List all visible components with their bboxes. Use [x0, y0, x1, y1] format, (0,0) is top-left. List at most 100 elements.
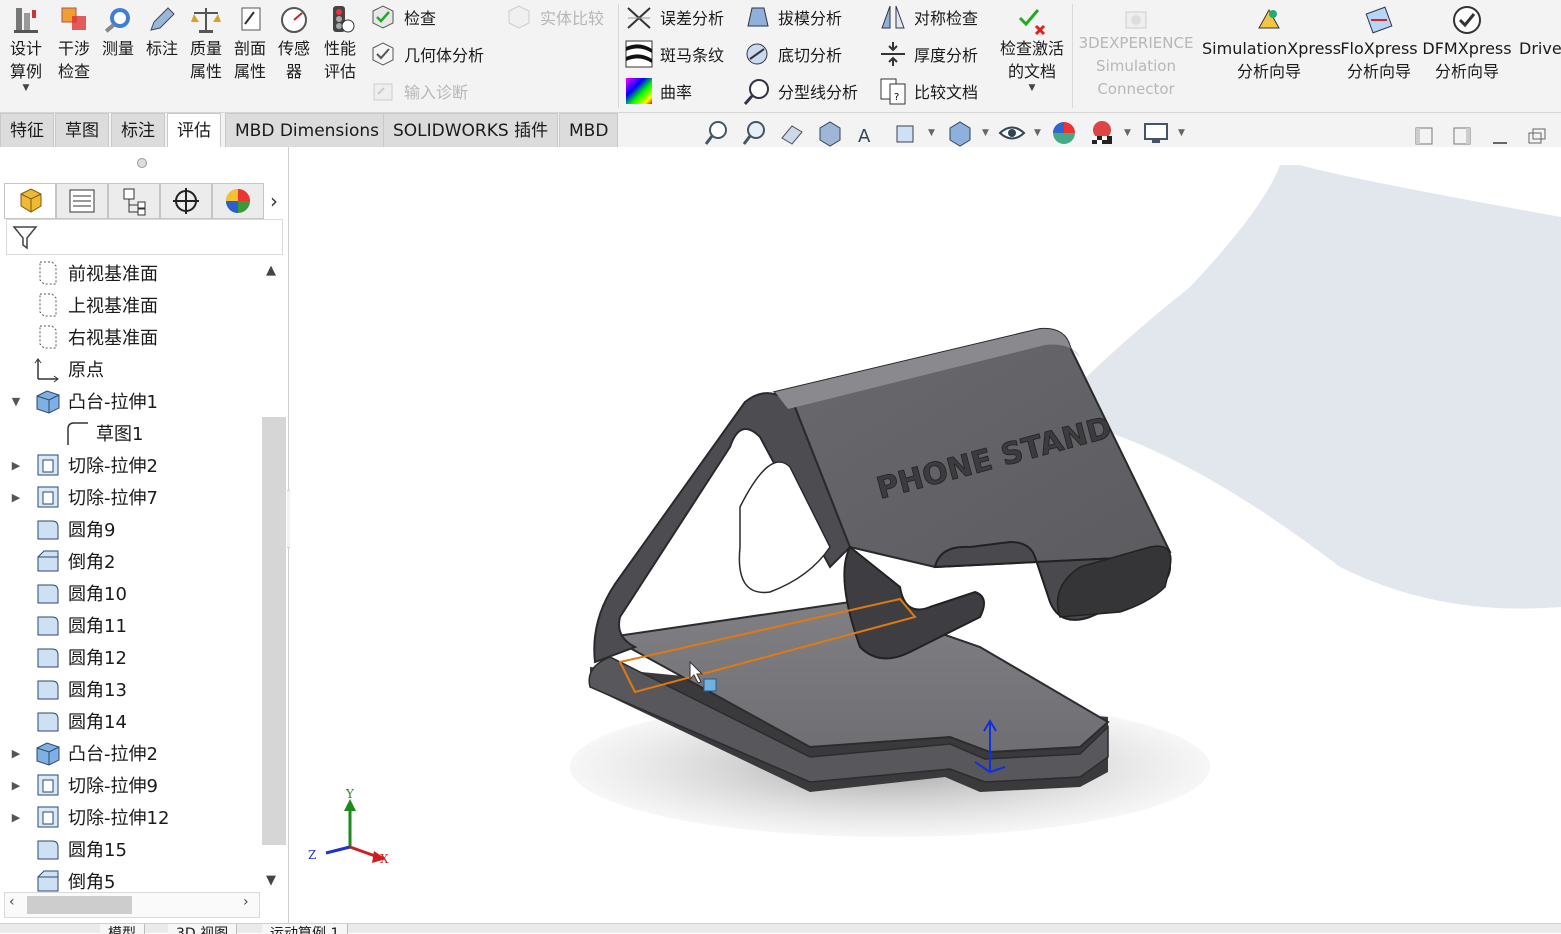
selection-handle[interactable]	[703, 678, 717, 692]
tree-item[interactable]: ▶ 切除-拉伸2	[0, 449, 260, 481]
tab-configurationmanager[interactable]	[108, 183, 160, 219]
check-active-document-button[interactable]: 检查激活 的文档 ▼	[994, 0, 1070, 110]
tab-markup[interactable]: 标注	[111, 113, 165, 147]
draft-analysis-button[interactable]: 拔模分析	[742, 0, 842, 34]
chevron-down-icon[interactable]: ▼	[8, 395, 24, 408]
chevron-right-icon[interactable]: ▶	[8, 747, 24, 760]
chevron-right-icon[interactable]: ▶	[8, 491, 24, 504]
chevron-down-icon[interactable]: ▼	[1178, 128, 1185, 138]
panel-grip-handle[interactable]	[137, 158, 147, 168]
markup-button[interactable]: 标注	[142, 0, 182, 110]
tree-item[interactable]: 圆角9	[0, 513, 260, 545]
chevron-right-icon[interactable]: ▶	[8, 779, 24, 792]
tree-vertical-scrollbar[interactable]	[262, 417, 286, 845]
hide-show-items-icon[interactable]	[998, 118, 1026, 148]
chevron-left-icon[interactable]: ‹	[9, 894, 15, 910]
chevron-down-icon[interactable]: ▼	[982, 128, 989, 138]
tree-item[interactable]: 圆角11	[0, 609, 260, 641]
minimize-icon[interactable]	[1490, 126, 1510, 146]
tree-item[interactable]: ▶ 切除-拉伸7	[0, 481, 260, 513]
chevron-right-icon[interactable]: ▶	[8, 459, 24, 472]
configurationmanager-icon	[123, 188, 146, 216]
section-properties-button[interactable]: 剖面 属性	[230, 0, 270, 110]
chevron-down-icon[interactable]: ▼	[266, 873, 276, 888]
chevron-down-icon[interactable]: ▼	[928, 128, 935, 138]
apply-scene-icon[interactable]	[1088, 118, 1116, 148]
deviation-analysis-button[interactable]: 误差分析	[624, 0, 724, 34]
simulationxpress-button[interactable]: SimulationXpress 分析向导	[1202, 0, 1341, 110]
previous-view-icon[interactable]	[778, 118, 806, 148]
zoom-to-fit-icon[interactable]	[702, 118, 730, 148]
compare-bodies-button[interactable]: 实体比较	[504, 0, 604, 34]
chevron-up-icon[interactable]: ▲	[266, 263, 276, 278]
tree-item[interactable]: 草图1	[0, 417, 260, 449]
tree-item[interactable]: 前视基准面	[0, 257, 260, 289]
chevron-right-icon[interactable]: ›	[264, 183, 284, 219]
thickness-analysis-button[interactable]: 厚度分析	[878, 37, 978, 71]
tab-displaymanager[interactable]	[212, 183, 264, 219]
tree-item[interactable]: ▶ 切除-拉伸9	[0, 769, 260, 801]
tab-sketch[interactable]: 草图	[55, 113, 109, 147]
view-settings-icon[interactable]	[1142, 118, 1170, 148]
edit-appearance-icon[interactable]	[1050, 118, 1078, 148]
undercut-analysis-button[interactable]: 底切分析	[742, 37, 842, 71]
compare-documents-button[interactable]: ? 比较文档	[878, 74, 978, 108]
dfmxpress-button[interactable]: DFMXpress 分析向导	[1422, 0, 1512, 110]
tab-mbd-dimensions[interactable]: MBD Dimensions	[225, 113, 390, 147]
chevron-right-icon[interactable]: ▶	[8, 811, 24, 824]
tree-item[interactable]: ▶ 切除-拉伸12	[0, 801, 260, 833]
geometry-analysis-button[interactable]: 几何体分析	[368, 37, 484, 71]
section-view-icon[interactable]	[816, 118, 844, 148]
task-pane-left-icon[interactable]	[1414, 126, 1434, 146]
tree-item[interactable]: 上视基准面	[0, 289, 260, 321]
chevron-down-icon[interactable]: ▼	[1034, 128, 1041, 138]
tree-item[interactable]: ▼ 凸台-拉伸1	[0, 385, 260, 417]
tree-item[interactable]: 圆角12	[0, 641, 260, 673]
tab-solidworks-addins[interactable]: SOLIDWORKS 插件	[383, 113, 559, 147]
interference-check-button[interactable]: 干涉 检查	[52, 0, 96, 110]
tree-item[interactable]: 圆角14	[0, 705, 260, 737]
import-diagnostics-button[interactable]: 输入诊断	[368, 74, 468, 108]
tab-propertymanager[interactable]	[56, 183, 108, 219]
chevron-right-icon[interactable]: ›	[243, 894, 249, 910]
parting-line-analysis-button[interactable]: 分型线分析	[742, 74, 858, 108]
mass-properties-button[interactable]: 质量 属性	[186, 0, 226, 110]
tree-horizontal-scrollbar[interactable]: ‹ ›	[4, 892, 260, 918]
tree-item[interactable]: ▶ 凸台-拉伸2	[0, 737, 260, 769]
tab-features[interactable]: 特征	[0, 113, 54, 147]
scrollbar-thumb[interactable]	[27, 896, 132, 914]
tree-item[interactable]: 圆角15	[0, 833, 260, 865]
chevron-down-icon[interactable]: ▼	[994, 83, 1070, 93]
zoom-to-area-icon[interactable]	[740, 118, 768, 148]
chevron-down-icon[interactable]: ▼	[4, 83, 48, 93]
measure-button[interactable]: 测量	[98, 0, 138, 110]
symmetry-check-button[interactable]: 对称检查	[878, 0, 978, 34]
chevron-down-icon[interactable]: ▼	[1124, 128, 1131, 138]
check-button[interactable]: 检查	[368, 0, 436, 34]
tree-item[interactable]: 圆角10	[0, 577, 260, 609]
tree-item[interactable]: 右视基准面	[0, 321, 260, 353]
graphics-area[interactable]: PHONE STAND Y X Z	[290, 147, 1561, 923]
display-style-icon[interactable]	[946, 118, 974, 148]
driveworks-button[interactable]: DriveW	[1516, 0, 1561, 110]
design-study-button[interactable]: 设计 算例 ▼	[4, 0, 48, 110]
restore-icon[interactable]	[1526, 126, 1548, 146]
floxpress-button[interactable]: FloXpress 分析向导	[1340, 0, 1418, 110]
tab-evaluate[interactable]: 评估	[167, 113, 221, 147]
tree-item[interactable]: 倒角2	[0, 545, 260, 577]
feature-tree-filter[interactable]	[6, 219, 283, 255]
performance-evaluation-button[interactable]: 性能 评估	[318, 0, 362, 110]
tree-item[interactable]: 圆角13	[0, 673, 260, 705]
zebra-stripes-button[interactable]: 斑马条纹	[624, 37, 724, 71]
curvature-button[interactable]: 曲率	[624, 74, 692, 108]
view-orientation-icon[interactable]	[892, 118, 920, 148]
experience-simulation-connector-button[interactable]: 3DEXPERIENCE Simulation Connector	[1076, 0, 1196, 110]
dynamic-annotation-icon[interactable]: A	[854, 118, 882, 148]
phone-stand-model[interactable]: PHONE STAND	[588, 327, 1172, 792]
tab-featuremanager[interactable]	[4, 183, 56, 219]
sensor-button[interactable]: 传感 器	[274, 0, 314, 110]
tab-mbd[interactable]: MBD	[559, 113, 619, 147]
task-pane-right-icon[interactable]	[1452, 126, 1472, 146]
tree-item[interactable]: 原点	[0, 353, 260, 385]
tab-dimxpertmanager[interactable]	[160, 183, 212, 219]
